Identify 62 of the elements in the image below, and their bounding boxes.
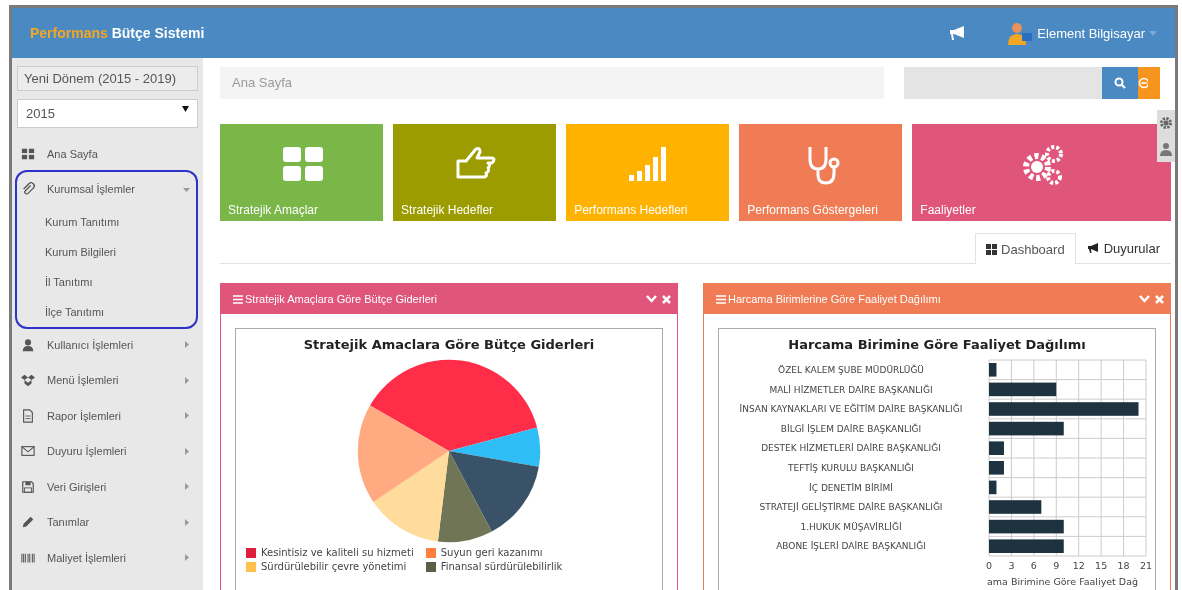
legend-label: Finansal sürdürülebilirlik <box>440 561 563 572</box>
tab[interactable]: Dashboard <box>975 233 1076 264</box>
collapse-icon[interactable] <box>1139 295 1150 303</box>
tick-label: 0 <box>986 560 992 571</box>
panel-title: Harcama Birimlerine Göre Faaliyet Dağılımı <box>728 293 942 305</box>
menu-item[interactable]: Rapor İşlemleri <box>47 409 183 422</box>
category-label: İÇ DENETİM BİRİMİ <box>809 482 893 493</box>
megaphone-icon <box>1086 243 1100 254</box>
caret-icon <box>1149 30 1157 36</box>
period-label: Yeni Dönem (2015 - 2019) <box>17 66 198 91</box>
chart-title: Stratejik Amaclara Göre Bütçe Giderleri <box>303 337 595 352</box>
tick-label: 18 <box>1117 560 1130 571</box>
submenu-item[interactable]: İl Tanıtımı <box>17 267 196 297</box>
settings-icon[interactable] <box>1159 116 1173 130</box>
year-dropdown[interactable]: 2015 <box>17 99 198 128</box>
search-button[interactable] <box>1102 67 1138 99</box>
menu-item[interactable]: Tanımlar <box>47 516 183 529</box>
collapse-icon[interactable] <box>646 295 657 303</box>
category-label: 1.HUKUK MÜŞAVİRLİĞİ <box>800 521 902 532</box>
axis-title: ama Birimine Göre Faaliyet Dağ <box>987 576 1139 587</box>
tick-label: 15 <box>1095 560 1108 571</box>
tick-label: 3 <box>1008 560 1015 571</box>
menu-item[interactable]: Duyuru İşlemleri <box>47 445 183 458</box>
grid-icon <box>986 243 998 255</box>
category-label: STRATEJİ GELİŞTİRME DAİRE BAŞKANLIĞI <box>759 502 943 513</box>
category-label: İNSAN KAYNAKLARI VE EĞİTİM DAİRE BAŞKANLIĞI <box>739 404 963 415</box>
submenu-item[interactable]: İlçe Tanıtımı <box>17 297 196 327</box>
dropdown-caret-icon <box>182 106 189 112</box>
close-icon[interactable] <box>1155 294 1164 304</box>
legend-label: Kesintisiz ve kaliteli su hizmeti <box>261 547 414 558</box>
menu-item[interactable]: Maliyet İşlemleri <box>47 551 183 564</box>
shortcut-tile[interactable]: Faaliyetler <box>912 124 1171 221</box>
add-button[interactable] <box>1138 67 1160 99</box>
menu-item[interactable]: Kurumsal İşlemler <box>47 183 183 196</box>
tick-label: 9 <box>1053 560 1060 571</box>
submenu-item[interactable]: Kurum Tanıtımı <box>17 207 196 237</box>
menu-item[interactable]: Menü İşlemleri <box>47 374 183 387</box>
tick-label: 6 <box>1030 560 1037 571</box>
search-field[interactable] <box>904 67 1102 99</box>
close-icon[interactable] <box>662 294 671 304</box>
chart-title: Harcama Birimine Göre Faaliyet Dağılımı <box>788 337 1086 352</box>
legend-label: Sürdürülebilir çevre yönetimi <box>261 561 407 572</box>
user-icon[interactable] <box>1159 142 1173 156</box>
app-logo[interactable]: Performans Bütçe Sistemi <box>30 25 205 41</box>
submenu-item[interactable]: Kurum Bilgileri <box>17 237 196 267</box>
tick-label: 21 <box>1139 560 1153 571</box>
menu-item[interactable]: Veri Girişleri <box>47 480 183 493</box>
category-label: BİLGİ İŞLEM DAİRE BAŞKANLIĞI <box>780 423 922 434</box>
category-label: DESTEK HİZMETLERİ DAİRE BAŞKANLIĞI <box>761 443 941 454</box>
legend-label: Suyun geri kazanımı <box>440 547 543 558</box>
search-icon <box>1114 77 1126 89</box>
category-label: TEFTİŞ KURULU BAŞKANLIĞI <box>788 463 914 473</box>
category-label: MALİ HİZMETLER DAİRE BAŞKANLIĞI <box>769 384 933 395</box>
tick-label: 12 <box>1072 560 1085 571</box>
menu-item[interactable]: Ana Sayfa <box>47 147 196 160</box>
panel-title: Stratejik Amaçlara Göre Bütçe Giderleri <box>245 293 438 305</box>
user-icon <box>1007 20 1034 46</box>
tab[interactable]: Duyurular <box>1075 233 1171 263</box>
category-label: ABONE İŞLERİ DAİRE BAŞKANLIĞI <box>776 541 926 552</box>
user-menu[interactable]: Element Bilgisayar <box>1007 20 1157 46</box>
menu-item[interactable]: Kullanıcı İşlemleri <box>47 338 183 351</box>
category-label: ÖZEL KALEM ŞUBE MÜDÜRLÜĞÜ <box>778 365 924 375</box>
